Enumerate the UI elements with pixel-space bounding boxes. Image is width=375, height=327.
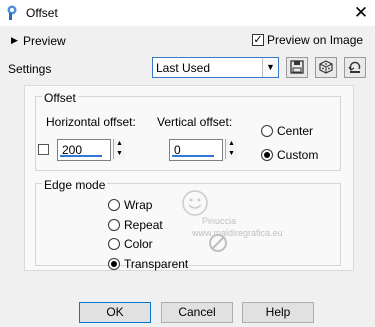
radio-custom-label: Custom xyxy=(277,148,319,162)
watermark-url: www.maldiregrafica.eu xyxy=(192,228,283,238)
radio-center-label: Center xyxy=(277,124,314,138)
radio-repeat-label: Repeat xyxy=(124,218,163,232)
watermark: Pinuccia www.maldiregrafica.eu xyxy=(172,188,283,258)
value-slider-bar[interactable] xyxy=(172,155,214,157)
radio-color-label: Color xyxy=(124,237,153,251)
radio-wrap-label: Wrap xyxy=(124,198,153,212)
floppy-disk-icon xyxy=(290,60,304,74)
help-button[interactable]: Help xyxy=(242,302,314,323)
settings-dropdown[interactable]: Last Used ▼ xyxy=(152,57,279,78)
paint-shop-pro-icon xyxy=(7,5,17,20)
horizontal-offset-input[interactable]: 200 xyxy=(57,139,111,161)
radio-repeat[interactable] xyxy=(108,219,120,231)
vertical-offset-input[interactable]: 0 xyxy=(169,139,223,161)
reset-button[interactable] xyxy=(344,57,366,78)
save-preset-button[interactable] xyxy=(286,57,308,78)
settings-label: Settings xyxy=(8,62,52,76)
vertical-offset-label: Vertical offset: xyxy=(157,115,233,129)
cancel-button[interactable]: Cancel xyxy=(161,302,233,323)
dice-icon xyxy=(319,60,333,74)
chevron-down-icon[interactable]: ▼ xyxy=(262,58,278,77)
offset-group-title: Offset xyxy=(42,91,78,105)
link-checkbox[interactable] xyxy=(38,144,49,155)
radio-selected-dot xyxy=(111,261,117,267)
radio-transparent[interactable] xyxy=(108,258,120,270)
window-title: Offset xyxy=(26,6,58,20)
checkmark-icon: ✓ xyxy=(253,34,263,46)
radio-custom[interactable] xyxy=(261,149,273,161)
watermark-name: Pinuccia xyxy=(202,216,237,226)
horizontal-offset-stepper[interactable]: ▲ ▼ xyxy=(113,139,125,159)
edge-mode-title: Edge mode xyxy=(42,178,108,192)
radio-wrap[interactable] xyxy=(108,199,120,211)
close-icon[interactable]: ✕ xyxy=(349,2,373,24)
prohibited-icon xyxy=(209,234,227,252)
radio-color[interactable] xyxy=(108,238,120,250)
radio-center[interactable] xyxy=(261,125,273,137)
settings-selected-value: Last Used xyxy=(156,61,211,75)
preview-on-image-label: Preview on Image xyxy=(267,33,364,47)
value-slider-bar[interactable] xyxy=(60,155,102,157)
preview-toggle[interactable]: Preview xyxy=(23,34,66,48)
vertical-offset-stepper[interactable]: ▲ ▼ xyxy=(225,139,237,159)
preview-on-image-checkbox[interactable]: ✓ xyxy=(252,34,264,46)
randomize-button[interactable] xyxy=(315,57,337,78)
radio-selected-dot xyxy=(264,152,270,158)
ok-button[interactable]: OK xyxy=(79,302,151,323)
radio-transparent-label: Transparent xyxy=(124,257,189,271)
expand-arrow-icon[interactable]: ▶ xyxy=(11,35,18,46)
smiley-icon xyxy=(182,190,208,216)
horizontal-offset-label: Horizontal offset: xyxy=(46,115,136,129)
undo-icon xyxy=(348,61,361,73)
